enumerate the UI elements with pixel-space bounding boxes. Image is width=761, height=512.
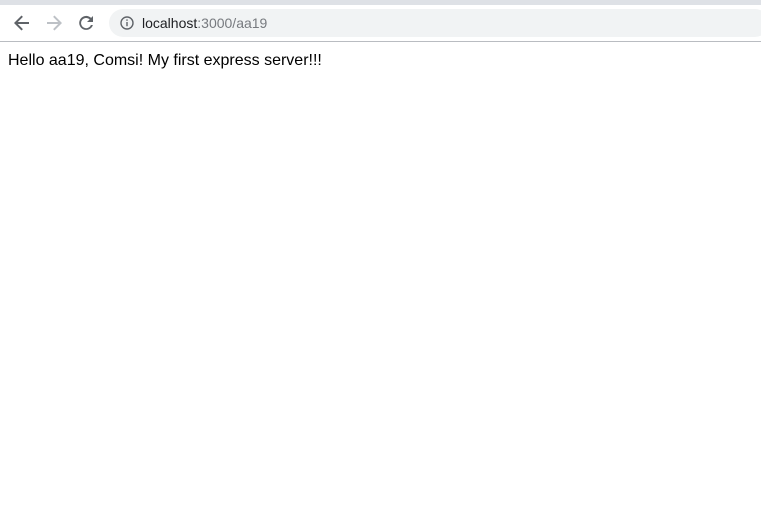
address-bar[interactable]: localhost:3000/aa19 (109, 9, 761, 37)
back-button[interactable] (9, 10, 35, 36)
url-host: localhost (142, 15, 198, 31)
url-path: :3000/aa19 (197, 15, 268, 31)
reload-icon (77, 14, 95, 32)
forward-button[interactable] (41, 10, 67, 36)
browser-toolbar: localhost:3000/aa19 (0, 5, 761, 42)
page-message: Hello aa19, Comsi! My first express serv… (8, 52, 322, 69)
forward-arrow-icon (45, 14, 63, 32)
reload-button[interactable] (73, 10, 99, 36)
info-icon[interactable] (119, 15, 135, 31)
url-text[interactable]: localhost:3000/aa19 (142, 15, 267, 31)
back-arrow-icon (13, 14, 31, 32)
